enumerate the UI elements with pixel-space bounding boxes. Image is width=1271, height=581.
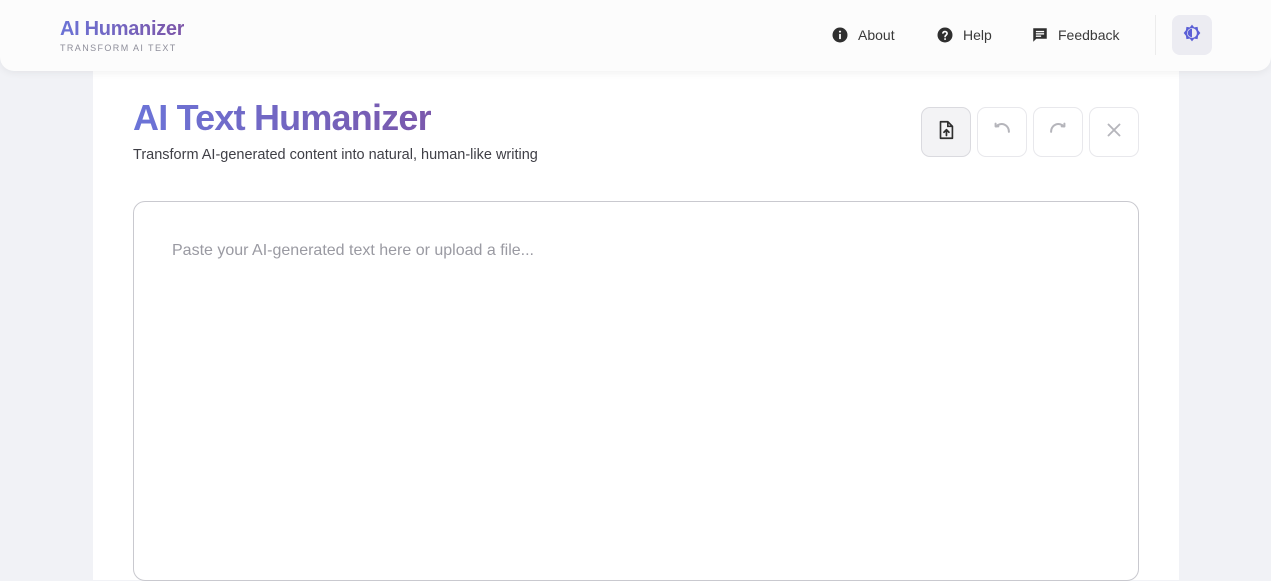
page-subtitle: Transform AI-generated content into natu…: [133, 147, 538, 163]
upload-file-button[interactable]: [921, 107, 971, 157]
brightness-icon: [1182, 23, 1202, 48]
close-icon: [1103, 119, 1125, 146]
header-divider: [1155, 15, 1156, 55]
text-input[interactable]: [133, 201, 1139, 581]
upload-file-icon: [935, 119, 957, 146]
nav-help[interactable]: Help: [936, 24, 992, 46]
feedback-icon: [1031, 26, 1049, 44]
page-title: AI Text Humanizer: [133, 97, 432, 138]
nav-feedback-label: Feedback: [1058, 27, 1120, 43]
nav-about[interactable]: About: [831, 24, 895, 46]
help-icon: [936, 26, 954, 44]
brand-subtitle: TRANSFORM AI TEXT: [60, 43, 177, 53]
theme-toggle-button[interactable]: [1172, 15, 1212, 55]
nav-feedback[interactable]: Feedback: [1031, 24, 1119, 46]
top-header: AI Humanizer TRANSFORM AI TEXT About Hel…: [0, 0, 1271, 71]
info-icon: [831, 26, 849, 44]
nav-about-label: About: [858, 27, 895, 43]
clear-button[interactable]: [1089, 107, 1139, 157]
undo-button[interactable]: [977, 107, 1027, 157]
brand-title: AI Humanizer: [60, 18, 185, 40]
nav-help-label: Help: [963, 27, 992, 43]
undo-icon: [991, 119, 1013, 146]
redo-icon: [1047, 119, 1069, 146]
brand[interactable]: AI Humanizer TRANSFORM AI TEXT: [60, 17, 185, 53]
redo-button[interactable]: [1033, 107, 1083, 157]
